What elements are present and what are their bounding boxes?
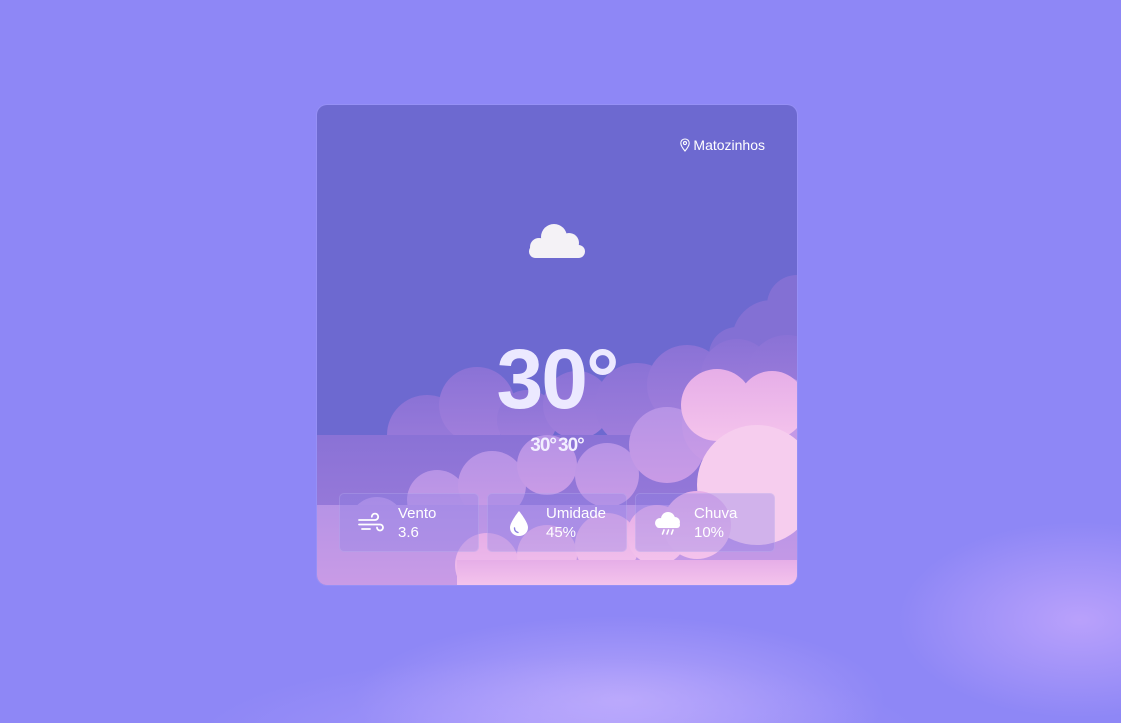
location-label[interactable]: Matozinhos <box>679 137 765 153</box>
cloud-icon <box>529 224 585 258</box>
map-pin-icon <box>680 138 691 152</box>
stat-value: 10% <box>694 523 725 541</box>
location-name: Matozinhos <box>693 137 765 153</box>
stat-label: Umidade <box>546 504 607 522</box>
stat-value: 45% <box>546 523 577 541</box>
stat-label: Chuva <box>694 504 738 522</box>
rain-cloud-icon <box>655 511 680 535</box>
stat-rain: Chuva 10% <box>635 493 775 552</box>
min-max-temperature: 30° 30° <box>317 435 797 457</box>
stat-wind: Vento 3.6 <box>339 493 479 552</box>
stats-row: Vento 3.6 Umidade 45% Chuva 10% <box>339 493 775 552</box>
max-temperature: 30° <box>558 435 585 456</box>
water-drop-icon <box>510 510 528 536</box>
stat-value: 3.6 <box>398 523 419 541</box>
weather-card: Matozinhos 30° 30° 30° Vento 3.6 Umidade… <box>317 105 797 585</box>
stat-humidity: Umidade 45% <box>487 493 627 552</box>
current-temperature: 30° <box>496 332 619 426</box>
min-temperature: 30° <box>530 435 557 456</box>
stat-label: Vento <box>398 504 437 522</box>
wind-icon <box>358 512 384 531</box>
